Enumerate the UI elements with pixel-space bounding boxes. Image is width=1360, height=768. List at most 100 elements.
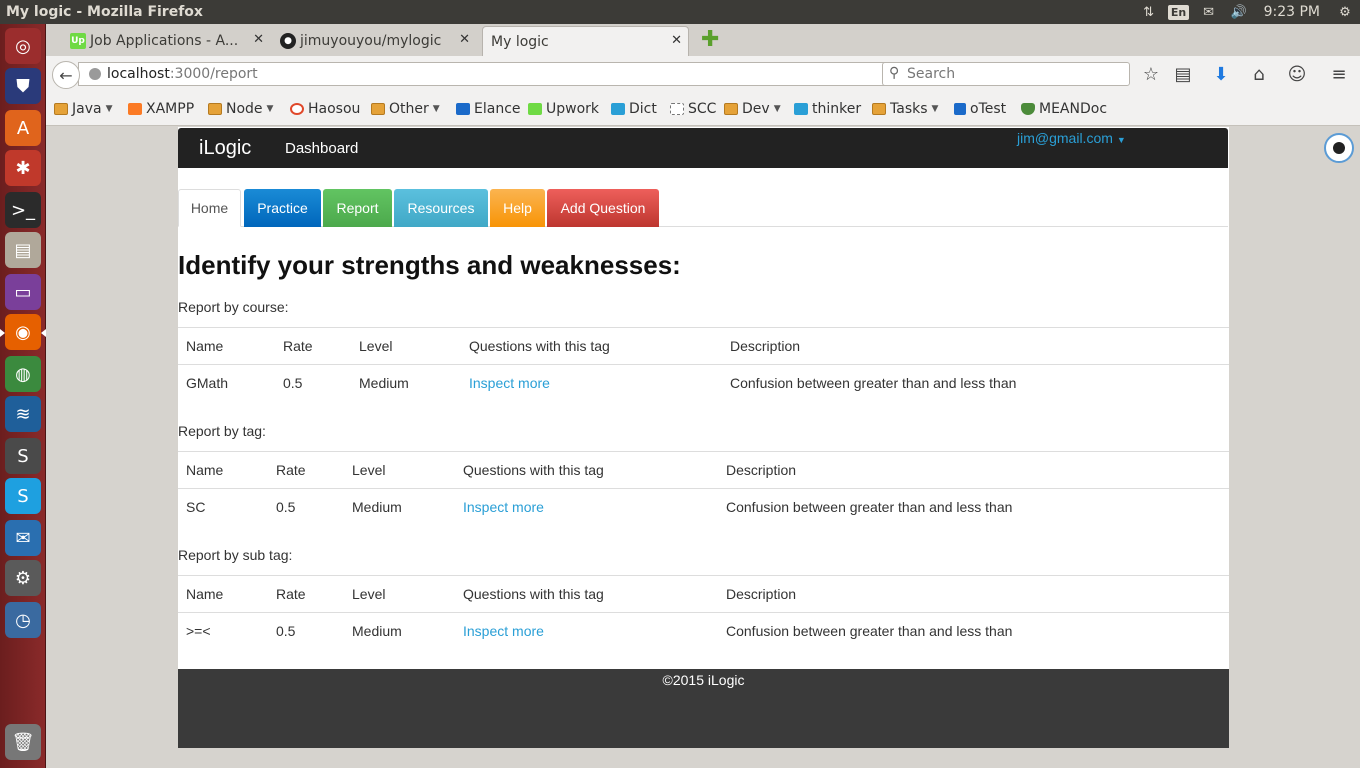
nav-link-dashboard[interactable]: Dashboard bbox=[285, 140, 358, 157]
inspect-more-link[interactable]: Inspect more bbox=[469, 375, 550, 391]
ubuntu-dash-icon[interactable]: ◎ bbox=[5, 28, 41, 64]
workspace-switcher-icon[interactable]: ▭ bbox=[5, 274, 41, 310]
url-bar[interactable]: localhost:3000/report ▼ ↻ bbox=[78, 62, 922, 86]
column-header: Description bbox=[718, 451, 1229, 489]
brand-logo[interactable]: iLogic bbox=[199, 137, 251, 160]
ide-icon[interactable]: ⚙ bbox=[5, 560, 41, 596]
bookmark-folder-java[interactable]: Java ▼ bbox=[54, 101, 113, 117]
cell-link: Inspect more bbox=[455, 612, 718, 650]
system-top-bar: My logic - Mozilla Firefox ⇅ En ✉ 🔊 9:23… bbox=[0, 0, 1360, 24]
bookmark-folder-other[interactable]: Other ▼ bbox=[371, 101, 440, 117]
url-host: localhost bbox=[107, 66, 170, 82]
reading-list-icon[interactable]: ▤ bbox=[1172, 64, 1194, 85]
browser-viewport: iLogic Dashboard jim@gmail.com ▼ Home Pra… bbox=[46, 127, 1360, 768]
thunderbird-icon[interactable]: ✉ bbox=[5, 520, 41, 556]
folder-icon bbox=[208, 103, 222, 115]
sublime-text-icon[interactable]: S bbox=[5, 438, 41, 474]
bookmark-haosou[interactable]: Haosou bbox=[290, 101, 360, 117]
table-row: SC 0.5 Medium Inspect more Confusion bet… bbox=[178, 488, 1229, 526]
close-tab-icon[interactable]: ✕ bbox=[253, 32, 264, 47]
close-tab-icon[interactable]: ✕ bbox=[671, 33, 682, 48]
cell-link: Inspect more bbox=[461, 364, 722, 402]
cell-description: Confusion between greater than and less … bbox=[718, 612, 1229, 650]
chevron-down-icon: ▼ bbox=[266, 104, 274, 114]
bookmark-elance[interactable]: Elance bbox=[456, 101, 521, 117]
browser-tab-active[interactable]: My logic ✕ bbox=[482, 26, 689, 56]
cell-name: GMath bbox=[178, 364, 275, 402]
gear-icon[interactable]: ⚙ bbox=[1330, 0, 1360, 24]
keyboard-layout-indicator[interactable]: En bbox=[1164, 0, 1194, 24]
bookmark-upwork[interactable]: Upwork bbox=[528, 101, 599, 117]
bookmark-xampp[interactable]: XAMPP bbox=[128, 101, 194, 117]
volume-icon[interactable]: 🔊 bbox=[1224, 0, 1254, 24]
search-bar[interactable]: ⚲ Search bbox=[882, 62, 1130, 86]
thinker-icon bbox=[794, 103, 808, 115]
column-header: Description bbox=[718, 575, 1229, 613]
new-tab-icon[interactable]: ✚ bbox=[701, 29, 719, 51]
bookmark-label: Java bbox=[72, 101, 102, 117]
inspect-more-link[interactable]: Inspect more bbox=[463, 623, 544, 639]
bookmark-otest[interactable]: oTest bbox=[954, 101, 1006, 117]
unity-launcher: ◎ ⛊ A ✱ >_ ▤ ▭ ◉ ◍ ≋ S S ✉ ⚙ ◷ 🗑 bbox=[0, 24, 46, 768]
clock[interactable]: 9:23 PM bbox=[1254, 0, 1330, 24]
bookmark-star-icon[interactable]: ☆ bbox=[1140, 64, 1162, 85]
tab-help[interactable]: Help bbox=[490, 189, 545, 227]
github-icon: ● bbox=[280, 33, 296, 49]
files-icon[interactable]: ▤ bbox=[5, 232, 41, 268]
download-icon[interactable]: ⬇ bbox=[1210, 64, 1232, 85]
network-icon[interactable]: ⇅ bbox=[1134, 0, 1164, 24]
column-header: Name bbox=[178, 575, 268, 613]
bookmark-folder-node[interactable]: Node ▼ bbox=[208, 101, 273, 117]
bookmark-label: SCC bbox=[688, 101, 717, 117]
close-tab-icon[interactable]: ✕ bbox=[459, 32, 470, 47]
menu-icon[interactable]: ≡ bbox=[1328, 64, 1350, 85]
bookmark-label: Node bbox=[226, 101, 263, 117]
software-center-icon[interactable]: A bbox=[5, 110, 41, 146]
bookmark-folder-dev[interactable]: Dev ▼ bbox=[724, 101, 781, 117]
tab-label: jimuyouyou/mylogic bbox=[300, 33, 442, 49]
skype-icon[interactable]: S bbox=[5, 478, 41, 514]
inspect-more-link[interactable]: Inspect more bbox=[463, 499, 544, 515]
otest-icon bbox=[954, 103, 966, 115]
bookmark-label: thinker bbox=[812, 101, 862, 117]
bookmark-scc[interactable]: SCC bbox=[670, 101, 716, 117]
bookmark-meandoc[interactable]: MEANDoc bbox=[1021, 101, 1107, 117]
shield-icon[interactable]: ⛊ bbox=[5, 68, 41, 104]
bookmarks-toolbar: Java ▼ XAMPP Node ▼ Haosou Other ▼ Elance U… bbox=[46, 94, 1360, 126]
firefox-icon[interactable]: ◉ bbox=[5, 314, 41, 350]
bookmark-dict[interactable]: Dict bbox=[611, 101, 657, 117]
tab-report[interactable]: Report bbox=[323, 189, 392, 227]
column-header: Name bbox=[178, 451, 268, 489]
chat-icon[interactable]: ☺ bbox=[1286, 64, 1308, 85]
column-header: Level bbox=[351, 327, 461, 365]
mysql-workbench-icon[interactable]: ≋ bbox=[5, 396, 41, 432]
back-button[interactable]: ← bbox=[52, 61, 80, 89]
folder-icon bbox=[54, 103, 68, 115]
table-row: GMath 0.5 Medium Inspect more Confusion … bbox=[178, 364, 1229, 402]
tab-resources[interactable]: Resources bbox=[394, 189, 488, 227]
clock-app-icon[interactable]: ◷ bbox=[5, 602, 41, 638]
trash-icon[interactable]: 🗑 bbox=[5, 724, 41, 760]
site-identity-icon[interactable] bbox=[89, 68, 101, 80]
tab-home[interactable]: Home bbox=[178, 189, 241, 227]
folder-icon bbox=[872, 103, 886, 115]
terminal-icon[interactable]: >_ bbox=[5, 192, 41, 228]
cell-link: Inspect more bbox=[455, 488, 718, 526]
tab-practice[interactable]: Practice bbox=[244, 189, 321, 227]
tab-add-question[interactable]: Add Question bbox=[547, 189, 659, 227]
chrome-icon[interactable]: ◍ bbox=[5, 356, 41, 392]
browser-tab[interactable]: ● jimuyouyou/mylogic ✕ bbox=[276, 26, 476, 56]
bookmark-thinker[interactable]: thinker bbox=[794, 101, 861, 117]
bookmark-label: Tasks bbox=[890, 101, 928, 117]
section-tabs: Home Practice Report Resources Help Add … bbox=[178, 189, 1228, 227]
chevron-down-icon: ▼ bbox=[432, 104, 440, 114]
user-menu[interactable]: jim@gmail.com ▼ bbox=[1017, 130, 1126, 146]
bookmark-folder-tasks[interactable]: Tasks ▼ bbox=[872, 101, 938, 117]
floating-record-button[interactable] bbox=[1324, 133, 1354, 163]
mail-icon[interactable]: ✉ bbox=[1194, 0, 1224, 24]
browser-tab[interactable]: Up Job Applications - A... ✕ bbox=[66, 26, 270, 56]
home-icon[interactable]: ⌂ bbox=[1248, 64, 1270, 85]
xampp-icon bbox=[128, 103, 142, 115]
settings-tools-icon[interactable]: ✱ bbox=[5, 150, 41, 186]
cell-level: Medium bbox=[344, 488, 455, 526]
